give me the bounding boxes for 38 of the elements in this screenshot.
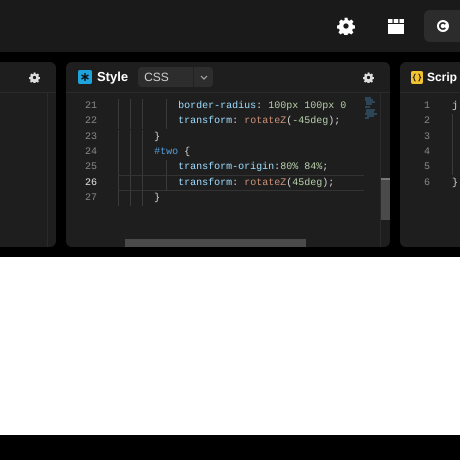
braces-icon (411, 70, 423, 84)
code-line: transform-origin:80% 84%; (178, 160, 328, 176)
line-number: 4 (422, 146, 430, 160)
line-number: 24 (84, 146, 97, 160)
code-line: transform: rotateZ(45deg); (178, 176, 334, 191)
refresh-icon (436, 19, 450, 33)
code-line: transform: rotateZ(-45deg); (178, 114, 340, 130)
settings-icon[interactable] (337, 17, 355, 35)
vertical-scrollbar[interactable] (381, 178, 390, 220)
line-number: 26 (84, 176, 97, 191)
language-dropdown[interactable]: CSS (138, 67, 214, 87)
line-number: 3 (422, 130, 430, 145)
panel-title: Scrip (427, 69, 458, 86)
code-line: j (452, 100, 458, 114)
line-number: 21 (84, 100, 97, 114)
line-number: 6 (422, 176, 430, 191)
code-line: } (154, 192, 160, 206)
line-number: 5 (422, 161, 430, 176)
settings-icon[interactable] (363, 72, 374, 82)
horizontal-scrollbar[interactable] (125, 239, 306, 247)
minimap-drawing (364, 97, 378, 119)
code-line: #two { (154, 146, 190, 160)
line-number: 2 (422, 115, 430, 130)
chevron-down-icon (200, 74, 208, 80)
line-number: 1 (422, 100, 430, 114)
line-number: 27 (84, 192, 97, 206)
code-line: border-radius: 100px 100px 0 (178, 100, 346, 114)
layout-icon[interactable] (388, 18, 404, 34)
line-number: 25 (84, 161, 97, 176)
line-number: 22 (84, 115, 97, 130)
dropdown-value: CSS (143, 69, 170, 86)
settings-icon[interactable] (29, 72, 40, 82)
panel-title: Style (97, 68, 128, 86)
action-button[interactable] (424, 10, 460, 42)
asterisk-icon (78, 70, 92, 84)
code-line: } (154, 130, 160, 145)
line-number: 23 (84, 130, 97, 145)
code-line: } (452, 176, 458, 191)
